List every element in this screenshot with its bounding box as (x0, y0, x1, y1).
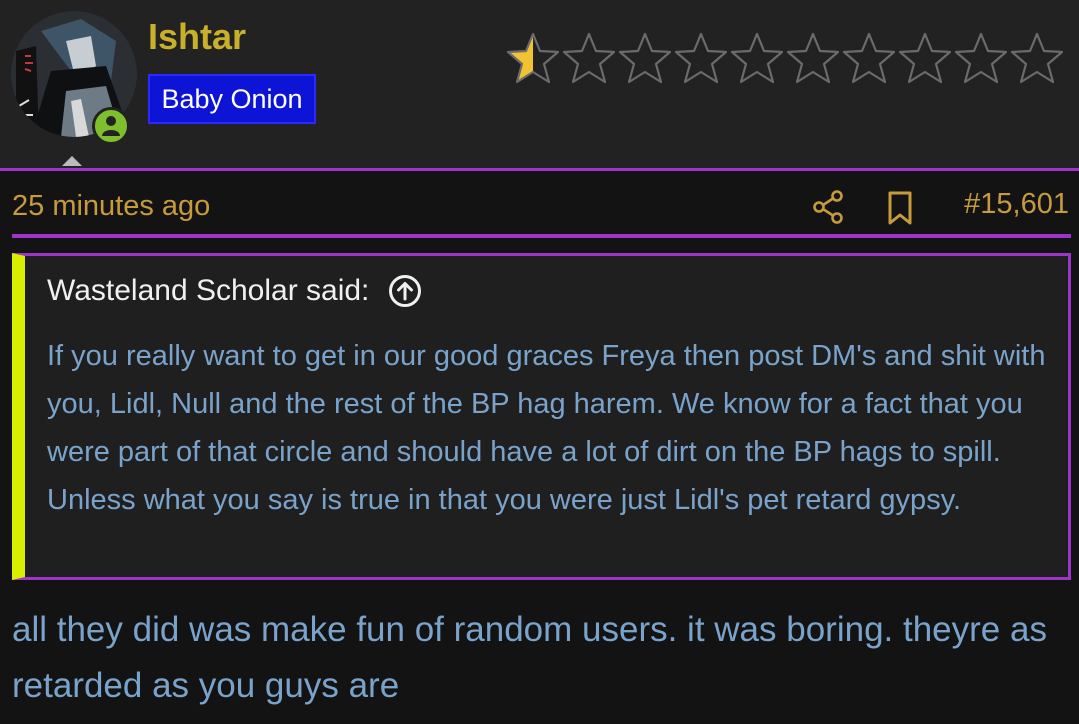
user-icon (102, 116, 120, 136)
star-icon[interactable] (841, 30, 897, 88)
bookmark-icon[interactable] (886, 190, 914, 226)
post-body-text: all they did was make fun of random user… (12, 610, 1047, 705)
quote-header: Wasteland Scholar said: (47, 274, 422, 308)
arrow-up-circle-icon[interactable] (388, 274, 422, 308)
star-icon[interactable] (561, 30, 617, 88)
online-status-badge (92, 107, 130, 145)
quote-author[interactable]: Wasteland Scholar said: (47, 274, 369, 308)
star-icon[interactable] (673, 30, 729, 88)
share-icon[interactable] (812, 190, 844, 224)
post-number-link[interactable]: #15,601 (964, 188, 1069, 221)
avatar-caret (62, 156, 82, 166)
quote-text: If you really want to get in our good gr… (47, 340, 1046, 516)
post-author-header: Ishtar Baby Onion (0, 0, 1079, 171)
star-icon[interactable] (729, 30, 785, 88)
username-link[interactable]: Ishtar (148, 16, 246, 58)
star-icon[interactable] (953, 30, 1009, 88)
star-icon[interactable] (1009, 30, 1065, 88)
quote-block: Wasteland Scholar said: If you really wa… (12, 253, 1071, 580)
star-icon[interactable] (505, 30, 561, 88)
star-icon[interactable] (897, 30, 953, 88)
divider (12, 234, 1071, 238)
star-icon[interactable] (785, 30, 841, 88)
star-icon[interactable] (617, 30, 673, 88)
post-meta-bar: 25 minutes ago #15,601 (0, 172, 1079, 238)
user-title-badge: Baby Onion (148, 74, 316, 124)
post-timestamp[interactable]: 25 minutes ago (12, 190, 210, 223)
star-rating (505, 30, 1065, 92)
